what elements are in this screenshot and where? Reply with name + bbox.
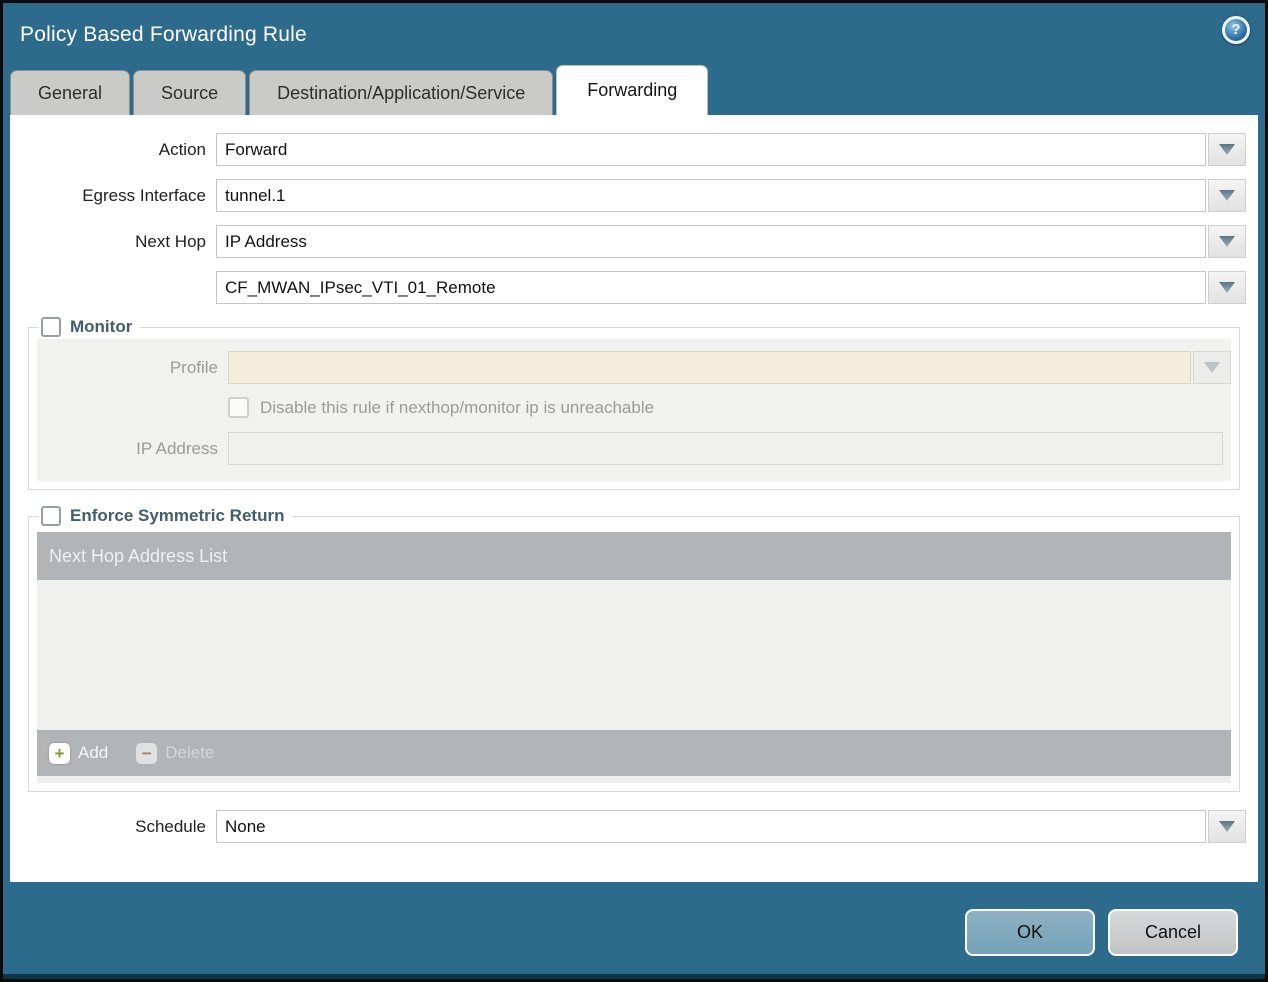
next-hop-address-list-toolbar: + Add − Delete: [37, 730, 1231, 776]
monitor-group: Monitor Profile Disable this rule if nex…: [28, 317, 1240, 490]
dialog-button-row: OK Cancel: [3, 882, 1265, 956]
next-hop-type-dropdown-button[interactable]: [1208, 225, 1246, 258]
action-label: Action: [158, 139, 206, 159]
next-hop-type-input[interactable]: [216, 225, 1206, 258]
plus-icon: +: [49, 742, 70, 764]
schedule-input[interactable]: [216, 810, 1206, 843]
profile-input: [228, 351, 1191, 384]
dialog-titlebar: Policy Based Forwarding Rule: [3, 3, 1265, 66]
egress-interface-label: Egress Interface: [82, 185, 206, 205]
monitor-ip-label: IP Address: [136, 438, 218, 458]
profile-dropdown-button: [1193, 351, 1231, 384]
schedule-row: Schedule: [10, 810, 1246, 843]
profile-row: Profile: [37, 351, 1231, 384]
monitor-legend: Monitor: [39, 317, 140, 337]
bottom-accent-strip: [3, 974, 1265, 979]
chevron-down-icon: [1219, 282, 1235, 293]
ok-button[interactable]: OK: [965, 909, 1095, 956]
add-button[interactable]: + Add: [49, 742, 109, 764]
symmetric-return-legend: Enforce Symmetric Return: [39, 506, 292, 526]
disable-rule-checkbox: [228, 397, 249, 418]
monitor-ip-input: [228, 432, 1223, 465]
help-icon[interactable]: ?: [1222, 16, 1250, 44]
egress-interface-dropdown-button[interactable]: [1208, 179, 1246, 212]
tab-general[interactable]: General: [10, 70, 131, 115]
add-button-label: Add: [78, 743, 109, 762]
pbf-rule-dialog: Policy Based Forwarding Rule ? General S…: [0, 0, 1268, 982]
delete-button: − Delete: [136, 742, 215, 764]
action-dropdown-button[interactable]: [1208, 133, 1246, 166]
minus-icon: −: [136, 742, 158, 764]
schedule-label: Schedule: [135, 816, 206, 836]
disable-rule-row: Disable this rule if nexthop/monitor ip …: [37, 397, 1231, 418]
next-hop-label: Next Hop: [135, 231, 206, 251]
monitor-legend-label: Monitor: [70, 317, 133, 336]
monitor-fields: Profile Disable this rule if nexthop/mon…: [37, 339, 1231, 481]
next-hop-address-list-header: Next Hop Address List: [37, 532, 1231, 580]
monitor-checkbox[interactable]: [41, 317, 61, 337]
next-hop-address-list-table: Next Hop Address List + Add − Delete: [37, 532, 1231, 783]
cancel-button[interactable]: Cancel: [1108, 909, 1238, 956]
next-hop-address-input[interactable]: [216, 271, 1206, 304]
dialog-title: Policy Based Forwarding Rule: [20, 22, 307, 46]
next-hop-row: Next Hop: [10, 225, 1246, 258]
disable-rule-label: Disable this rule if nexthop/monitor ip …: [260, 397, 655, 417]
tab-forwarding[interactable]: Forwarding: [556, 65, 709, 115]
profile-label: Profile: [169, 357, 218, 377]
chevron-down-icon: [1204, 362, 1220, 373]
chevron-down-icon: [1219, 144, 1235, 155]
monitor-ip-row: IP Address: [37, 432, 1231, 465]
tab-destination-application-service[interactable]: Destination/Application/Service: [249, 70, 554, 115]
enforce-symmetric-return-group: Enforce Symmetric Return Next Hop Addres…: [28, 506, 1240, 792]
chevron-down-icon: [1219, 236, 1235, 247]
action-input[interactable]: [216, 133, 1206, 166]
symmetric-return-legend-label: Enforce Symmetric Return: [70, 506, 285, 525]
tab-source[interactable]: Source: [133, 70, 247, 115]
next-hop-address-list-body: [37, 580, 1231, 730]
schedule-dropdown-button[interactable]: [1208, 810, 1246, 843]
table-bottom-strip: [37, 776, 1231, 783]
tab-bar: General Source Destination/Application/S…: [3, 65, 1265, 115]
egress-interface-row: Egress Interface: [10, 179, 1246, 212]
delete-button-label: Delete: [165, 743, 215, 762]
next-hop-address-dropdown-button[interactable]: [1208, 271, 1246, 304]
chevron-down-icon: [1219, 821, 1235, 832]
forwarding-tab-panel: Action Egress Interface Next Hop: [10, 115, 1258, 882]
chevron-down-icon: [1219, 190, 1235, 201]
egress-interface-input[interactable]: [216, 179, 1206, 212]
next-hop-address-row: [10, 271, 1246, 304]
enforce-symmetric-return-checkbox[interactable]: [41, 506, 61, 526]
action-row: Action: [10, 133, 1246, 166]
